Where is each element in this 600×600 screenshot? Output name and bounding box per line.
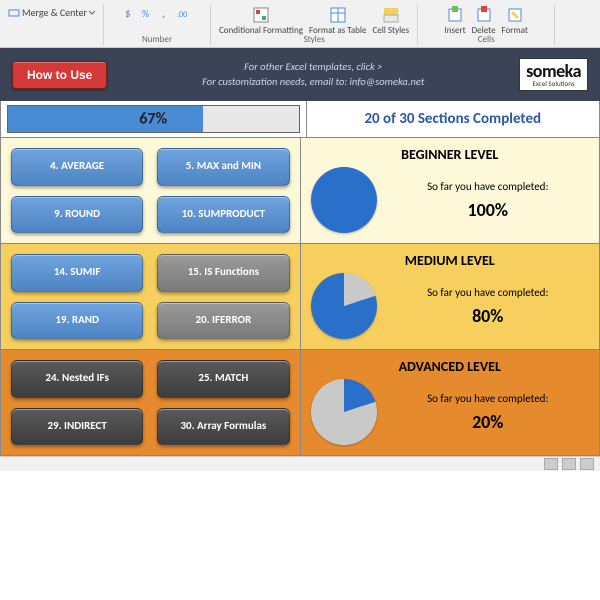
svg-text:$: $ <box>125 7 131 20</box>
ribbon: Merge & Center $ % , .00 Number Conditio… <box>0 0 600 48</box>
how-to-use-button[interactable]: How to Use <box>12 61 107 89</box>
header-bar: How to Use For other Excel templates, cl… <box>0 48 600 101</box>
completed-percent: 80% <box>387 305 590 327</box>
table-icon <box>329 6 347 24</box>
buttons-area: 24. Nested IFs 25. MATCH 29. INDIRECT 30. A… <box>1 350 301 455</box>
cell-styles-icon <box>382 6 400 24</box>
cell-styles-button[interactable]: Cell Styles <box>372 6 409 36</box>
header-info-text: For other Excel templates, click > For c… <box>121 60 505 89</box>
view-break-icon[interactable] <box>580 458 594 470</box>
completed-label: So far you have completed: <box>387 180 590 193</box>
function-button[interactable]: 25. MATCH <box>157 360 289 398</box>
info-body: So far you have completed: 80% <box>311 273 590 339</box>
function-button[interactable]: 19. RAND <box>11 302 143 340</box>
ribbon-group-alignment: Merge & Center <box>0 4 104 45</box>
percent-icon[interactable]: % <box>141 6 155 20</box>
format-button[interactable]: Format <box>502 6 528 36</box>
progress-summary: 20 of 30 Sections Completed <box>307 101 600 137</box>
completed-label: So far you have completed: <box>387 286 590 299</box>
buttons-area: 14. SUMIF 15. IS Functions 19. RAND 20. IFE… <box>1 244 301 349</box>
status-bar <box>0 456 600 471</box>
function-button[interactable]: 14. SUMIF <box>11 254 143 292</box>
ribbon-group-styles: Conditional Formatting Format as Table C… <box>211 4 418 45</box>
pie-chart <box>311 273 377 339</box>
function-button[interactable]: 24. Nested IFs <box>11 360 143 398</box>
merge-center-button[interactable]: Merge & Center <box>8 6 95 19</box>
level-title: BEGINNER LEVEL <box>311 146 590 163</box>
level-row-beginner: 4. AVERAGE 5. MAX and MIN 9. ROUND 10. SUMP… <box>0 138 600 244</box>
level-title: ADVANCED LEVEL <box>311 358 590 375</box>
info-area: ADVANCED LEVEL So far you have completed:… <box>301 350 600 455</box>
logo: someka Excel Solutions <box>519 58 588 91</box>
info-body: So far you have completed: 20% <box>311 379 590 445</box>
completed-percent: 20% <box>387 411 590 433</box>
view-layout-icon[interactable] <box>562 458 576 470</box>
function-button[interactable]: 29. INDIRECT <box>11 408 143 446</box>
pie-chart <box>311 379 377 445</box>
chevron-down-icon <box>89 10 95 16</box>
level-row-advanced: 24. Nested IFs 25. MATCH 29. INDIRECT 30. A… <box>0 350 600 456</box>
delete-icon <box>475 6 493 24</box>
svg-text:%: % <box>142 7 149 20</box>
function-button[interactable]: 4. AVERAGE <box>11 148 143 186</box>
conditional-formatting-button[interactable]: Conditional Formatting <box>219 6 303 36</box>
function-button[interactable]: 10. SUMPRODUCT <box>157 196 289 234</box>
svg-text:.00: .00 <box>177 10 187 20</box>
function-button[interactable]: 9. ROUND <box>11 196 143 234</box>
ribbon-group-number: $ % , .00 Number <box>104 4 211 45</box>
completed-text: So far you have completed: 80% <box>387 286 590 327</box>
merge-icon <box>8 7 20 19</box>
decimal-icon[interactable]: .00 <box>177 6 191 20</box>
insert-button[interactable]: Insert <box>444 6 465 36</box>
pie-chart <box>311 167 377 233</box>
progress-bar: 67% <box>7 105 300 133</box>
ribbon-group-label: Number <box>142 34 172 45</box>
format-as-table-button[interactable]: Format as Table <box>309 6 367 36</box>
completed-percent: 100% <box>387 199 590 221</box>
buttons-area: 4. AVERAGE 5. MAX and MIN 9. ROUND 10. SUMP… <box>1 138 301 243</box>
ribbon-group-cells: Insert Delete Format Cells <box>418 4 555 45</box>
ribbon-group-label: Cells <box>478 34 495 45</box>
progress-cell: 67% <box>1 101 307 137</box>
delete-button[interactable]: Delete <box>472 6 496 36</box>
progress-percent: 67% <box>139 110 167 129</box>
info-body: So far you have completed: 100% <box>311 167 590 233</box>
comma-icon[interactable]: , <box>159 6 173 20</box>
view-normal-icon[interactable] <box>544 458 558 470</box>
completed-text: So far you have completed: 100% <box>387 180 590 221</box>
format-icon <box>506 6 524 24</box>
info-area: MEDIUM LEVEL So far you have completed: 80… <box>301 244 600 349</box>
conditional-icon <box>252 6 270 24</box>
currency-icon[interactable]: $ <box>123 6 137 20</box>
completed-text: So far you have completed: 20% <box>387 392 590 433</box>
insert-icon <box>446 6 464 24</box>
function-button[interactable]: 15. IS Functions <box>157 254 289 292</box>
level-row-medium: 14. SUMIF 15. IS Functions 19. RAND 20. IFE… <box>0 244 600 350</box>
ribbon-group-label: Styles <box>303 34 324 45</box>
info-area: BEGINNER LEVEL So far you have completed:… <box>301 138 600 243</box>
progress-fill <box>8 106 203 132</box>
function-button[interactable]: 5. MAX and MIN <box>157 148 289 186</box>
svg-text:,: , <box>162 7 165 20</box>
function-button[interactable]: 20. IFERROR <box>157 302 289 340</box>
levels-container: 4. AVERAGE 5. MAX and MIN 9. ROUND 10. SUMP… <box>0 138 600 456</box>
level-title: MEDIUM LEVEL <box>311 252 590 269</box>
completed-label: So far you have completed: <box>387 392 590 405</box>
progress-row: 67% 20 of 30 Sections Completed <box>0 101 600 138</box>
function-button[interactable]: 30. Array Formulas <box>157 408 289 446</box>
